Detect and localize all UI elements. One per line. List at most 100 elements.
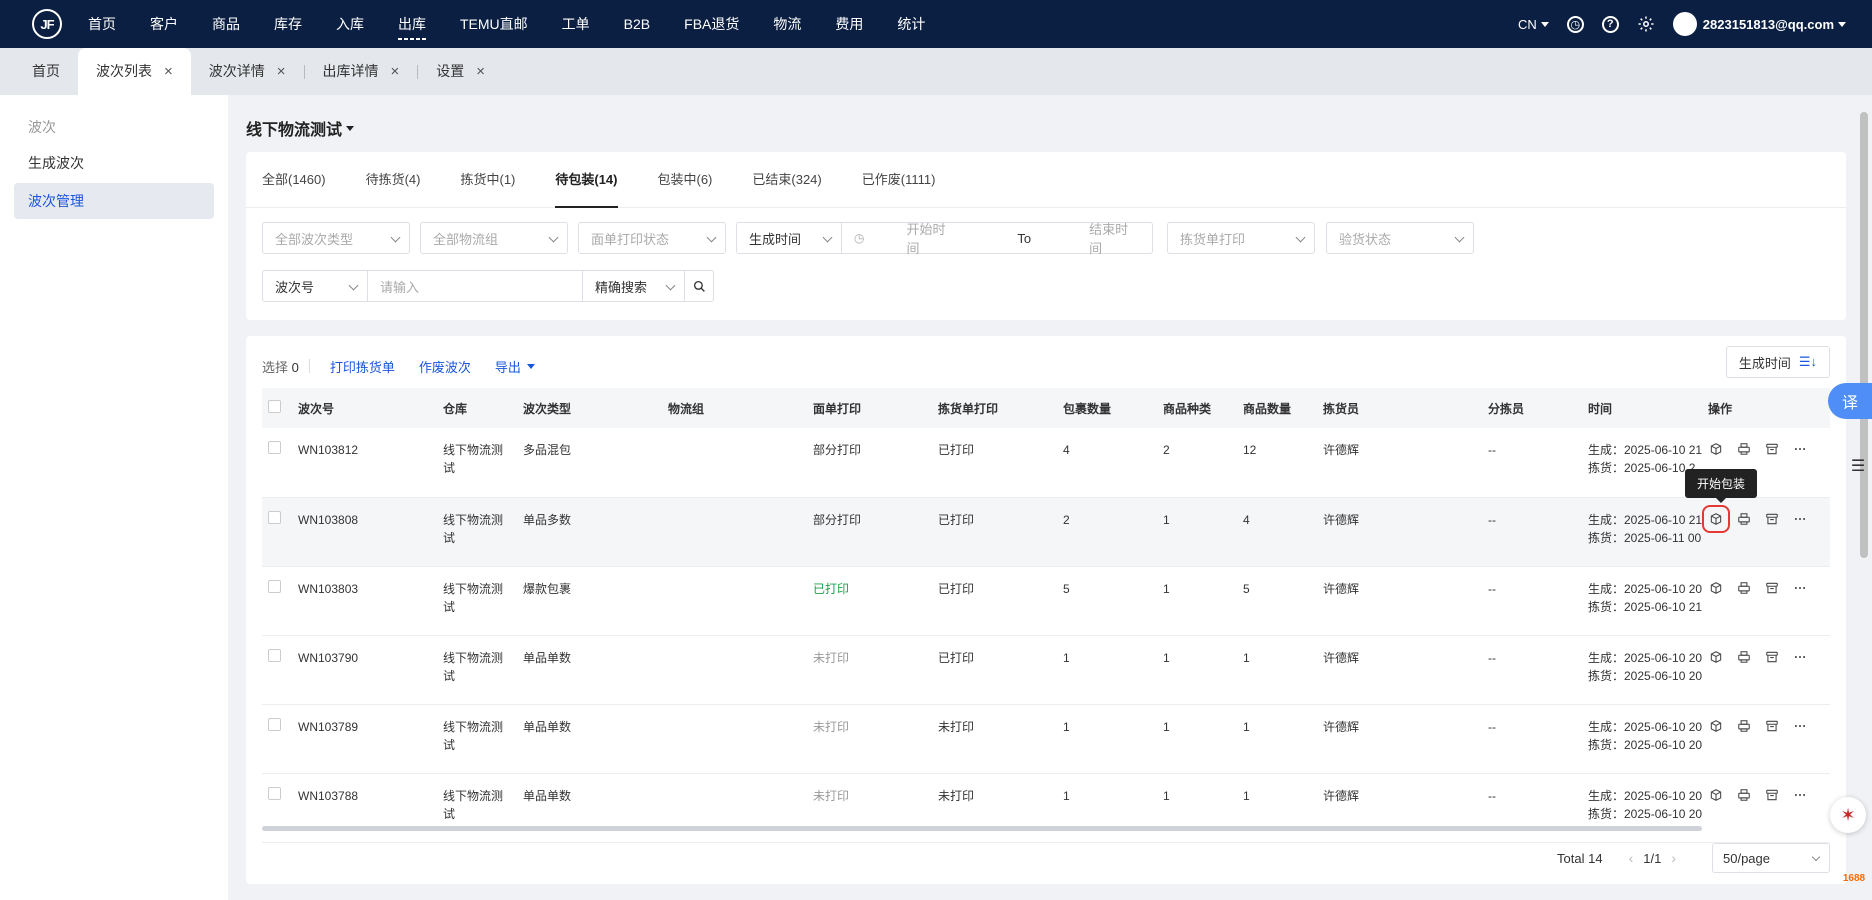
nav-item[interactable]: FBA退货 xyxy=(684,0,739,48)
nav-item[interactable]: TEMU直邮 xyxy=(460,0,528,48)
nav-item[interactable]: 工单 xyxy=(562,0,590,48)
archive-icon[interactable] xyxy=(1764,441,1780,457)
page-tab[interactable]: 首页 xyxy=(14,48,78,95)
nav-item[interactable]: 库存 xyxy=(274,0,302,48)
search-button[interactable] xyxy=(684,270,714,302)
page-tab[interactable]: 出库详情 × xyxy=(305,48,418,95)
wave-type-select[interactable]: 全部波次类型 xyxy=(262,222,410,254)
inspect-status-select[interactable]: 验货状态 xyxy=(1326,222,1474,254)
archive-icon[interactable] xyxy=(1764,511,1780,527)
close-icon[interactable]: × xyxy=(164,48,173,95)
archive-icon[interactable] xyxy=(1764,718,1780,734)
search-field-select[interactable]: 波次号 xyxy=(262,270,368,302)
page-tab[interactable]: 波次列表 × xyxy=(78,48,191,95)
nav-item[interactable]: 费用 xyxy=(835,0,863,48)
status-tab[interactable]: 已结束(324) xyxy=(752,152,821,208)
printer-icon[interactable] xyxy=(1736,649,1752,665)
sidebar-item-generate-wave[interactable]: 生成波次 xyxy=(14,145,214,181)
time-field-select[interactable]: 生成时间 xyxy=(736,222,842,254)
sort-button[interactable]: 生成时间 ☰↓ xyxy=(1725,346,1830,378)
next-page-button[interactable]: › xyxy=(1671,850,1676,866)
date-range-picker[interactable]: ◷ 开始时间 To 结束时间 xyxy=(841,219,1153,257)
void-wave-button[interactable]: 作废波次 xyxy=(419,357,471,376)
badge-1688-icon[interactable]: 1688 xyxy=(1838,862,1870,894)
logistics-group-select[interactable]: 全部物流组 xyxy=(420,222,568,254)
nav-item[interactable]: 客户 xyxy=(150,0,178,48)
wave-number[interactable]: WN103812 xyxy=(292,428,437,498)
vertical-scrollbar[interactable] xyxy=(1860,112,1868,558)
wave-number[interactable]: WN103808 xyxy=(292,497,437,567)
status-tab[interactable]: 已作废(1111) xyxy=(862,152,936,208)
print-pick-list-button[interactable]: 打印拣货单 xyxy=(330,357,395,376)
table-row[interactable]: WN103789 线下物流测试 单品单数 未打印 未打印 1 1 1 许德辉 -- 生成：2025-… xyxy=(262,704,1830,774)
nav-item[interactable]: 出库 xyxy=(398,0,426,48)
start-packing-icon[interactable] xyxy=(1708,649,1724,665)
select-all-checkbox[interactable] xyxy=(268,400,281,413)
clock-icon[interactable]: ◷ xyxy=(1566,15,1584,33)
start-packing-icon[interactable] xyxy=(1708,718,1724,734)
status-tab[interactable]: 拣货中(1) xyxy=(460,152,515,208)
printer-icon[interactable] xyxy=(1736,441,1752,457)
printer-icon[interactable] xyxy=(1736,580,1752,596)
row-checkbox[interactable] xyxy=(268,441,281,454)
gear-icon[interactable] xyxy=(1637,15,1655,33)
start-packing-icon[interactable] xyxy=(1708,787,1724,803)
help-icon[interactable]: ? xyxy=(1601,15,1619,33)
search-input[interactable]: 请输入 xyxy=(367,270,583,302)
user-menu[interactable]: 2823151813@qq.com xyxy=(1672,12,1846,36)
archive-icon[interactable] xyxy=(1764,580,1780,596)
nav-item[interactable]: 入库 xyxy=(336,0,364,48)
table-row[interactable]: WN103788 线下物流测试 单品单数 未打印 未打印 1 1 1 许德辉 -- 生成：2025-… xyxy=(262,773,1830,843)
wave-number[interactable]: WN103788 xyxy=(292,773,437,843)
close-icon[interactable]: × xyxy=(476,48,485,95)
page-tab[interactable]: 波次详情 × xyxy=(191,48,304,95)
wave-number[interactable]: WN103790 xyxy=(292,635,437,705)
table-row[interactable]: WN103803 线下物流测试 爆款包裹 已打印 已打印 5 1 5 许德辉 -- 生成：2025-… xyxy=(262,566,1830,636)
close-icon[interactable]: × xyxy=(277,48,286,95)
page-size-select[interactable]: 50/page xyxy=(1712,843,1830,873)
app-logo[interactable]: JF xyxy=(32,9,62,39)
pick-print-select[interactable]: 拣货单打印 xyxy=(1167,222,1315,254)
start-packing-icon[interactable] xyxy=(1702,504,1730,533)
export-dropdown[interactable]: 导出 xyxy=(495,357,535,376)
warehouse-select[interactable]: 线下物流测试 xyxy=(246,116,355,140)
status-tab[interactable]: 待包装(14) xyxy=(555,152,618,208)
search-mode-select[interactable]: 精确搜索 xyxy=(582,270,685,302)
sidebar-item-wave-management[interactable]: 波次管理 xyxy=(14,183,214,219)
archive-icon[interactable] xyxy=(1764,649,1780,665)
nav-item[interactable]: 物流 xyxy=(773,0,801,48)
printer-icon[interactable] xyxy=(1736,718,1752,734)
end-time-input[interactable]: 结束时间 xyxy=(1089,219,1140,257)
label-print-status-select[interactable]: 面单打印状态 xyxy=(578,222,726,254)
nav-item[interactable]: B2B xyxy=(624,0,650,48)
nav-item[interactable]: 统计 xyxy=(897,0,925,48)
table-row[interactable]: WN103812 线下物流测试 多品混包 部分打印 已打印 4 2 12 许德辉 -- 生成：202… xyxy=(262,428,1830,498)
more-icon[interactable] xyxy=(1792,441,1808,457)
printer-icon[interactable] xyxy=(1736,511,1752,527)
row-checkbox[interactable] xyxy=(268,648,281,662)
row-checkbox[interactable] xyxy=(268,510,281,524)
table-row[interactable]: WN103790 线下物流测试 单品单数 未打印 已打印 1 1 1 许德辉 -- 生成：2025-… xyxy=(262,635,1830,705)
start-time-input[interactable]: 开始时间 xyxy=(906,219,957,257)
nav-item[interactable]: 商品 xyxy=(212,0,240,48)
start-packing-icon[interactable] xyxy=(1708,580,1724,596)
start-packing-icon[interactable] xyxy=(1708,441,1724,457)
table-row[interactable]: WN103808 线下物流测试 单品多数 部分打印 已打印 2 1 4 许德辉 -- 生成：2025… xyxy=(262,497,1830,567)
row-checkbox[interactable] xyxy=(268,717,281,731)
more-icon[interactable] xyxy=(1792,580,1808,596)
status-tab[interactable]: 待拣货(4) xyxy=(366,152,421,208)
language-select[interactable]: CN xyxy=(1518,17,1549,32)
more-icon[interactable] xyxy=(1792,511,1808,527)
status-tab[interactable]: 全部(1460) xyxy=(262,152,326,208)
page-tab[interactable]: 设置 × xyxy=(418,48,503,95)
translate-button[interactable]: 译 xyxy=(1828,383,1872,419)
archive-icon[interactable] xyxy=(1764,787,1780,803)
wave-number[interactable]: WN103803 xyxy=(292,566,437,636)
close-icon[interactable]: × xyxy=(391,48,400,95)
more-icon[interactable] xyxy=(1792,718,1808,734)
more-icon[interactable] xyxy=(1792,787,1808,803)
horizontal-scrollbar[interactable] xyxy=(262,826,1702,831)
printer-icon[interactable] xyxy=(1736,787,1752,803)
status-tab[interactable]: 包装中(6) xyxy=(658,152,713,208)
more-icon[interactable] xyxy=(1792,649,1808,665)
